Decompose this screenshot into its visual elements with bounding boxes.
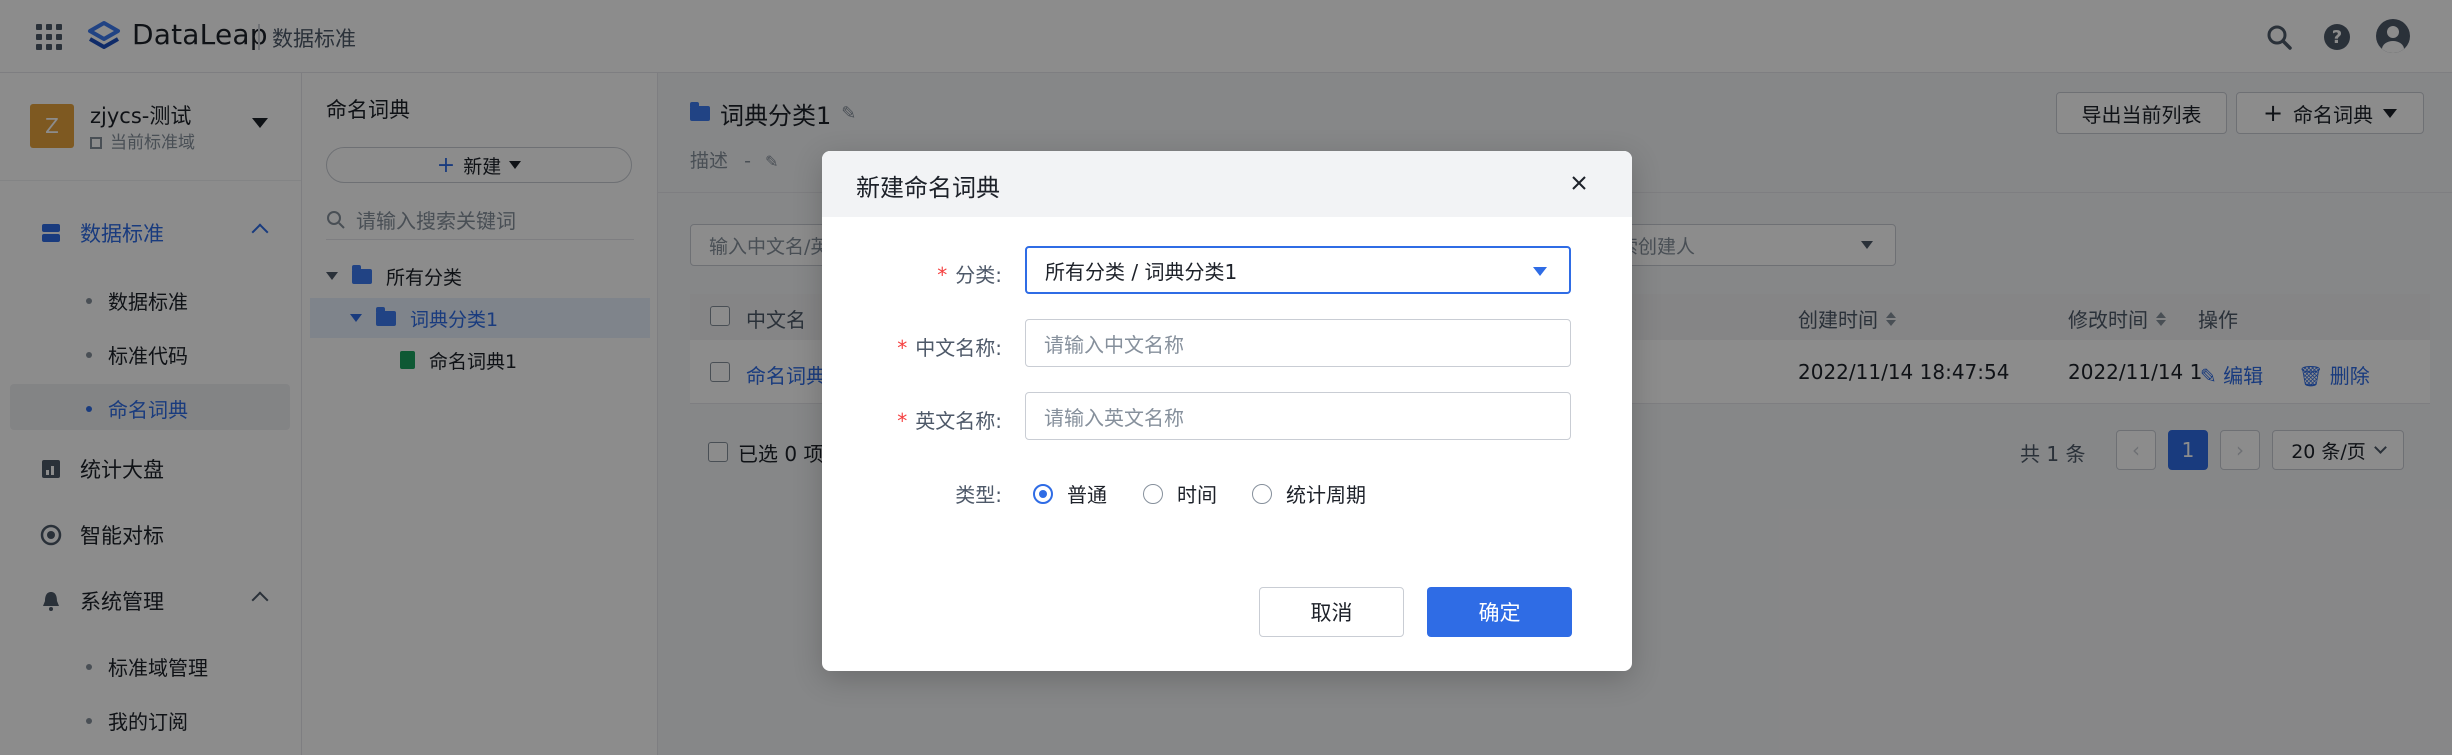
type-radio-normal[interactable]: 普通 bbox=[1033, 479, 1107, 508]
radio-label: 普通 bbox=[1067, 483, 1107, 507]
radio-unchecked-icon bbox=[1252, 483, 1272, 504]
en-name-placeholder: 请输入英文名称 bbox=[1044, 405, 1184, 430]
cn-name-label: * 中文名称: bbox=[812, 332, 1002, 361]
en-name-label-text: 英文名称: bbox=[915, 409, 1002, 433]
cancel-button[interactable]: 取消 bbox=[1259, 587, 1404, 637]
cn-name-placeholder: 请输入中文名称 bbox=[1044, 332, 1184, 357]
category-label-text: 分类: bbox=[955, 263, 1002, 287]
confirm-button[interactable]: 确定 bbox=[1427, 587, 1572, 637]
en-name-label: * 英文名称: bbox=[812, 405, 1002, 434]
type-radio-stat-period[interactable]: 统计周期 bbox=[1252, 479, 1366, 508]
type-label-text: 类型: bbox=[955, 483, 1002, 507]
required-mark: * bbox=[897, 409, 908, 433]
type-radio-time[interactable]: 时间 bbox=[1143, 479, 1217, 508]
category-select-value: 所有分类 / 词典分类1 bbox=[1045, 259, 1238, 284]
required-mark: * bbox=[937, 263, 948, 287]
caret-down-icon bbox=[1533, 267, 1547, 276]
category-select[interactable]: 所有分类 / 词典分类1 bbox=[1025, 246, 1571, 294]
close-icon[interactable] bbox=[1566, 170, 1592, 196]
radio-checked-icon bbox=[1033, 483, 1053, 504]
modal-title: 新建命名词典 bbox=[856, 174, 1000, 202]
radio-label: 时间 bbox=[1177, 483, 1217, 507]
radio-unchecked-icon bbox=[1143, 483, 1163, 504]
radio-label: 统计周期 bbox=[1286, 483, 1366, 507]
cn-name-input[interactable]: 请输入中文名称 bbox=[1025, 319, 1571, 367]
en-name-input[interactable]: 请输入英文名称 bbox=[1025, 392, 1571, 440]
category-label: * 分类: bbox=[812, 259, 1002, 288]
required-mark: * bbox=[897, 336, 908, 360]
type-label: 类型: bbox=[812, 479, 1002, 508]
cn-name-label-text: 中文名称: bbox=[915, 336, 1002, 360]
